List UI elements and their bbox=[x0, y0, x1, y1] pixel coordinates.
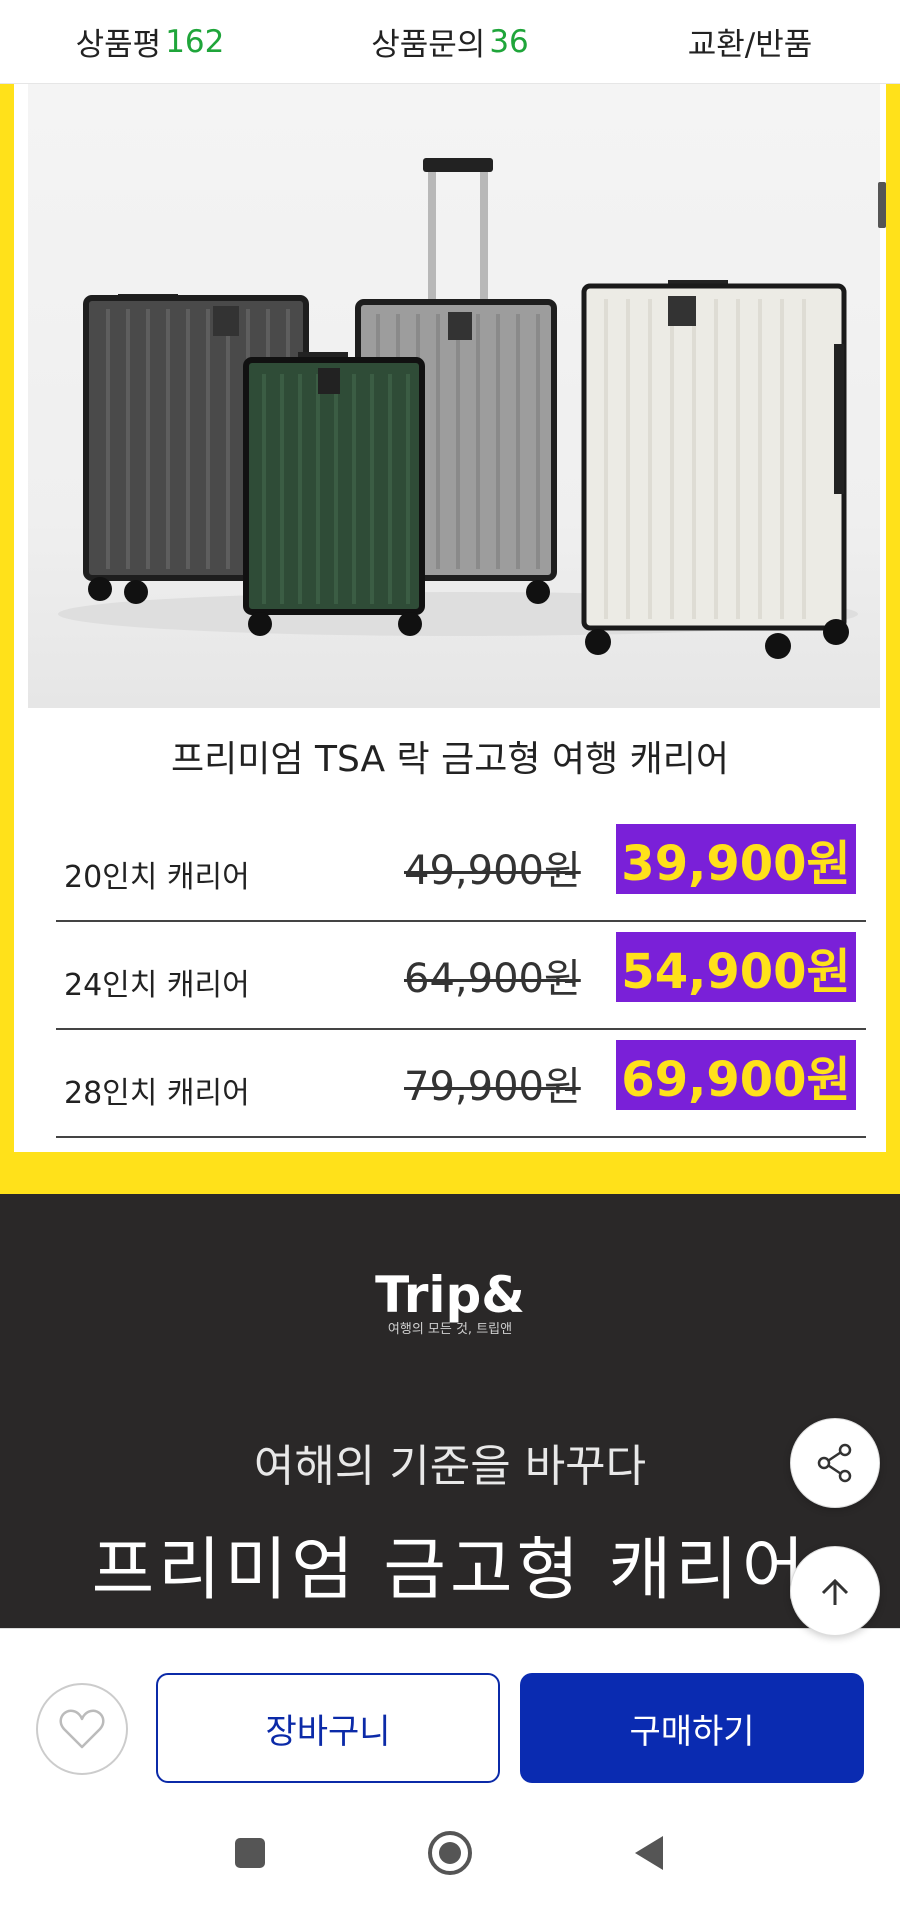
brand-banner: Trip& 여행의 모든 것, 트립앤 여해의 기준을 바꾸다 프리미엄 금고형… bbox=[0, 1194, 900, 1628]
tab-inquiries[interactable]: 상품문의 36 bbox=[300, 0, 600, 83]
brand-tagline: 여행의 모든 것, 트립앤 bbox=[387, 1322, 513, 1337]
product-image bbox=[28, 84, 880, 708]
scroll-top-button[interactable] bbox=[790, 1546, 880, 1636]
scrollbar-thumb[interactable] bbox=[878, 182, 886, 228]
tab-count: 36 bbox=[489, 23, 529, 60]
tab-exchange-return[interactable]: 교환/반품 bbox=[600, 0, 900, 83]
original-price: 64,900원 bbox=[404, 956, 581, 1002]
banner-subtitle: 여해의 기준을 바꾸다 bbox=[253, 1441, 647, 1492]
heart-icon bbox=[59, 1709, 105, 1749]
system-nav-bar bbox=[0, 1796, 900, 1909]
price-row: 24인치 캐리어 64,900원 54,900원 bbox=[56, 922, 866, 1030]
sale-price: 69,900원 bbox=[616, 1040, 856, 1110]
share-button[interactable] bbox=[790, 1418, 880, 1508]
back-button[interactable] bbox=[620, 1823, 680, 1883]
price-row: 28인치 캐리어 79,900원 69,900원 bbox=[56, 1030, 866, 1138]
luggage-illustration bbox=[58, 158, 858, 659]
price-table: 20인치 캐리어 49,900원 39,900원 24인치 캐리어 64,900… bbox=[56, 814, 866, 1138]
triangle-back-icon bbox=[635, 1835, 663, 1870]
purchase-action-bar: 장바구니 구매하기 bbox=[0, 1628, 900, 1796]
tab-reviews[interactable]: 상품평 162 bbox=[0, 0, 300, 83]
arrow-up-icon bbox=[821, 1578, 849, 1605]
circle-icon bbox=[428, 1830, 472, 1875]
size-label: 24인치 캐리어 bbox=[64, 968, 250, 1003]
sale-price: 54,900원 bbox=[616, 932, 856, 1002]
review-tabs: 상품평 162 상품문의 36 교환/반품 bbox=[0, 0, 900, 84]
recent-apps-button[interactable] bbox=[220, 1823, 280, 1883]
product-title: 프리미엄 TSA 락 금고형 여행 캐리어 bbox=[171, 739, 729, 780]
tab-label: 상품문의 bbox=[371, 27, 486, 63]
tab-label: 상품평 bbox=[75, 27, 162, 63]
home-button[interactable] bbox=[420, 1823, 480, 1883]
brand-logo: Trip& bbox=[375, 1266, 525, 1324]
banner-title: 프리미엄 금고형 캐리어 bbox=[91, 1531, 809, 1610]
wishlist-button[interactable] bbox=[36, 1683, 128, 1775]
size-label: 28인치 캐리어 bbox=[64, 1076, 250, 1111]
tab-count: 162 bbox=[165, 23, 225, 60]
add-to-cart-button[interactable]: 장바구니 bbox=[156, 1673, 500, 1783]
promo-card: 프리미엄 TSA 락 금고형 여행 캐리어 20인치 캐리어 49,900원 3… bbox=[14, 84, 886, 1152]
share-icon bbox=[817, 1443, 852, 1483]
tab-label: 교환/반품 bbox=[687, 27, 813, 63]
square-icon bbox=[235, 1837, 265, 1868]
price-row: 20인치 캐리어 49,900원 39,900원 bbox=[56, 814, 866, 922]
size-label: 20인치 캐리어 bbox=[64, 860, 250, 895]
buy-now-button[interactable]: 구매하기 bbox=[520, 1673, 864, 1783]
sale-price: 39,900원 bbox=[616, 824, 856, 894]
original-price: 49,900원 bbox=[404, 848, 581, 894]
original-price: 79,900원 bbox=[404, 1064, 581, 1110]
promo-section: 프리미엄 TSA 락 금고형 여행 캐리어 20인치 캐리어 49,900원 3… bbox=[0, 84, 900, 1194]
